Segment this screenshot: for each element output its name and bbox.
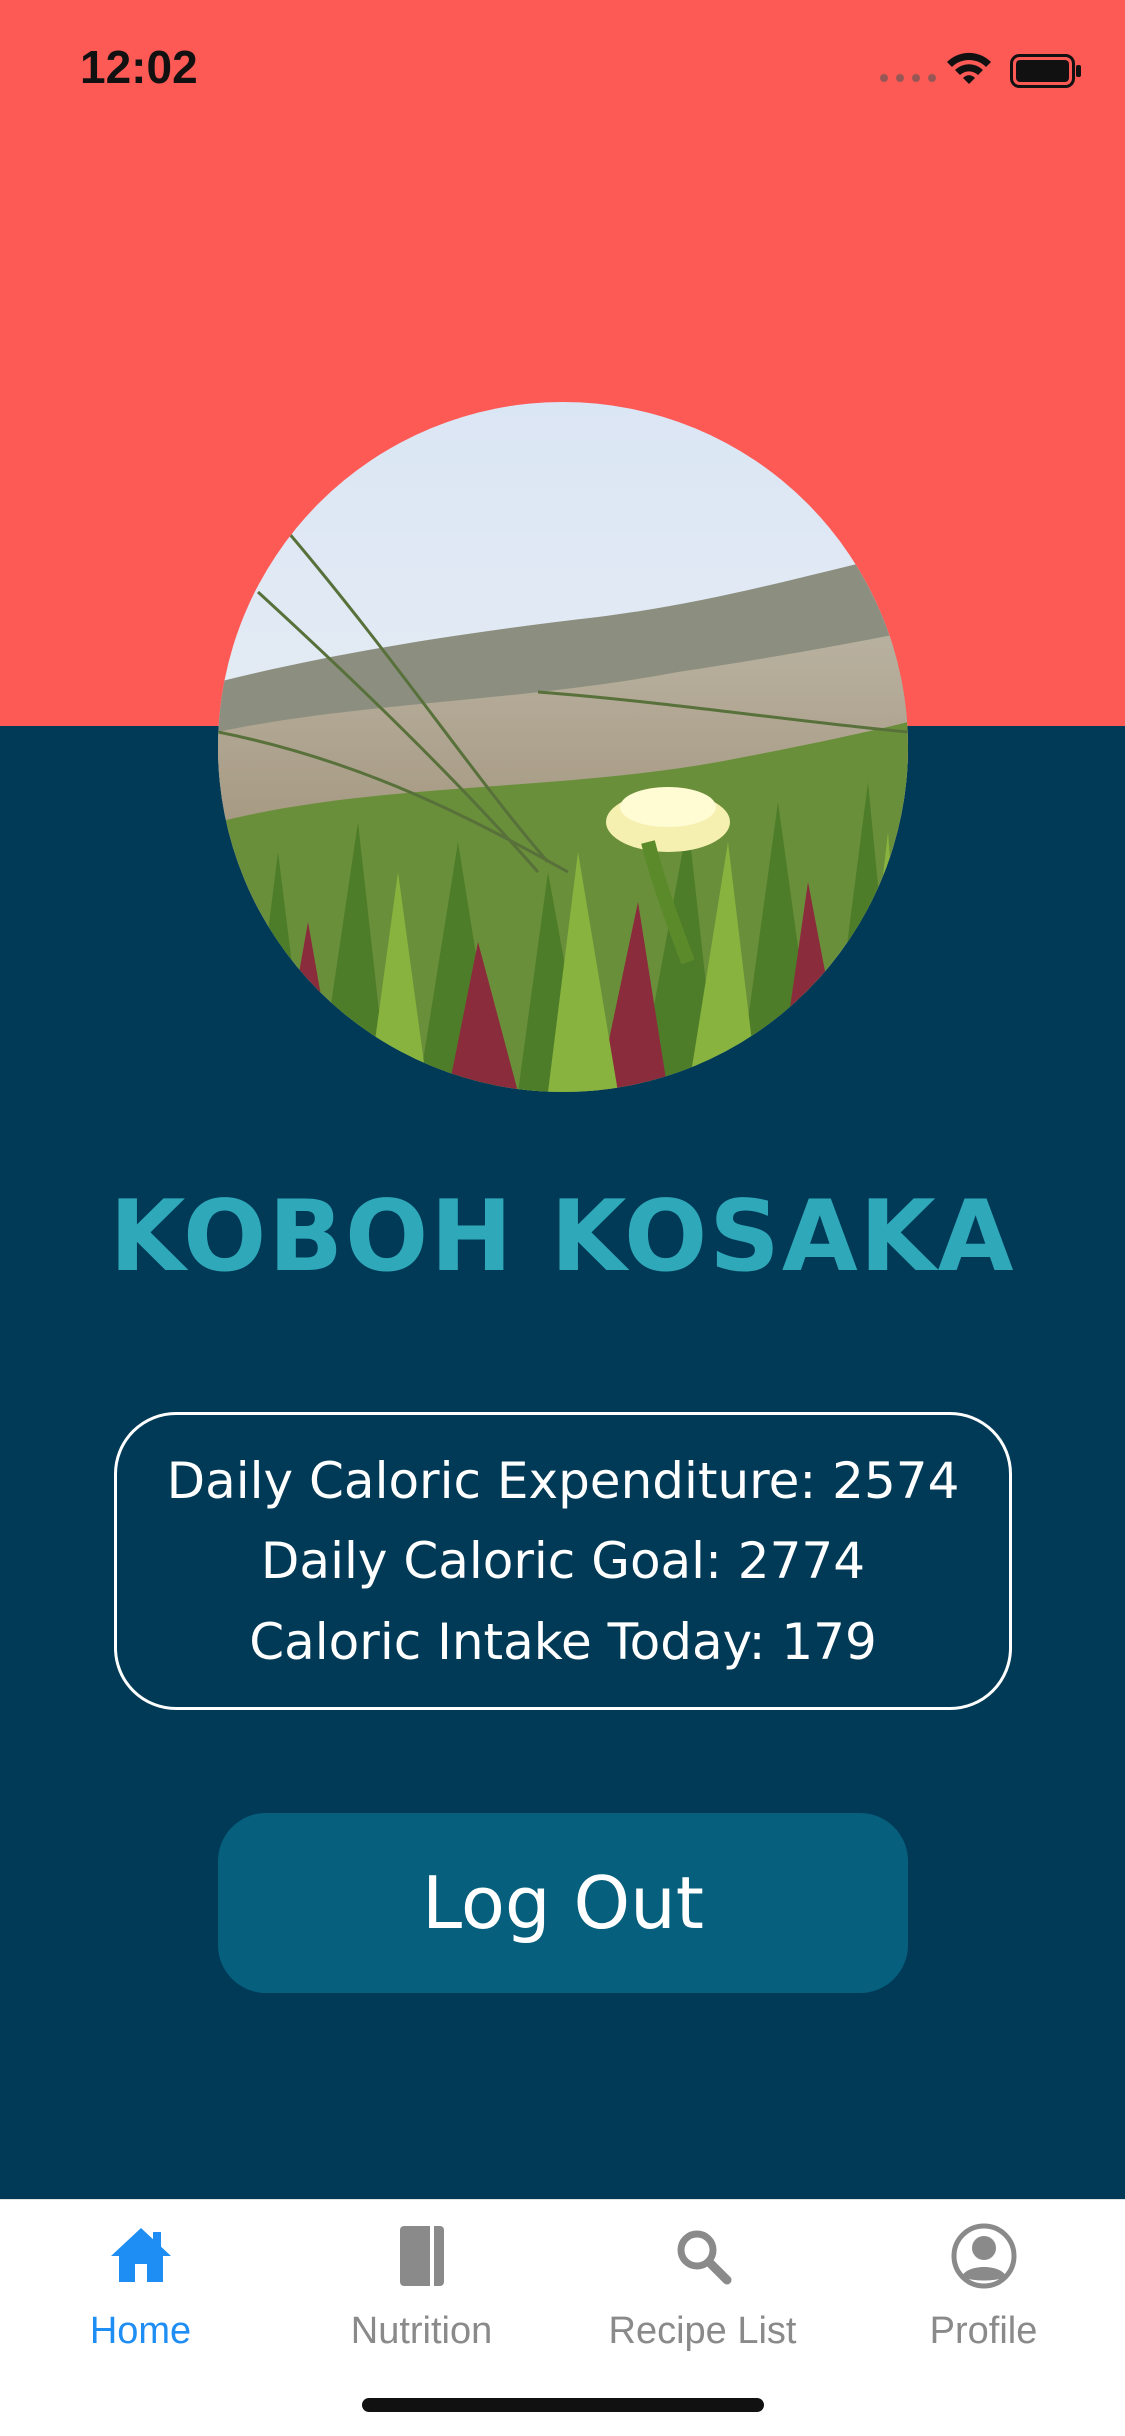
profile-photo-flower <box>218 402 908 1092</box>
tab-profile-label: Profile <box>929 2310 1038 2352</box>
profile-icon <box>951 2223 1016 2289</box>
status-bar: 12:02 <box>0 0 1125 140</box>
home-indicator <box>362 2398 764 2412</box>
search-icon <box>677 2230 731 2285</box>
calorie-stats-card: Daily Caloric Expenditure: 2574 Daily Ca… <box>114 1412 1012 1710</box>
tab-profile[interactable]: Profile <box>843 2220 1124 2370</box>
daily-caloric-expenditure: Daily Caloric Expenditure: 2574 <box>166 1451 960 1510</box>
tab-nutrition-label: Nutrition <box>350 2310 493 2352</box>
signal-dots-icon <box>880 74 936 82</box>
tab-nutrition[interactable]: Nutrition <box>281 2220 562 2370</box>
home-screen: 12:02 KOBOH KOSAKA Daily Caloric Expendi… <box>0 0 1125 2436</box>
caloric-intake-today: Caloric Intake Today: 179 <box>249 1612 877 1671</box>
tab-home-label: Home <box>89 2310 192 2352</box>
daily-caloric-goal: Daily Caloric Goal: 2774 <box>260 1532 866 1590</box>
profile-avatar <box>218 402 908 1092</box>
battery-icon <box>1010 54 1081 88</box>
wifi-icon <box>947 52 991 84</box>
book-icon <box>399 2226 444 2286</box>
logout-button[interactable]: Log Out <box>218 1813 908 1993</box>
status-time: 12:02 <box>80 41 198 93</box>
home-icon <box>110 2228 171 2282</box>
tab-recipe-list[interactable]: Recipe List <box>562 2220 843 2370</box>
user-name: KOBOH KOSAKA <box>109 1180 1016 1294</box>
tab-recipe-list-label: Recipe List <box>608 2310 797 2352</box>
tab-home[interactable]: Home <box>0 2220 281 2370</box>
